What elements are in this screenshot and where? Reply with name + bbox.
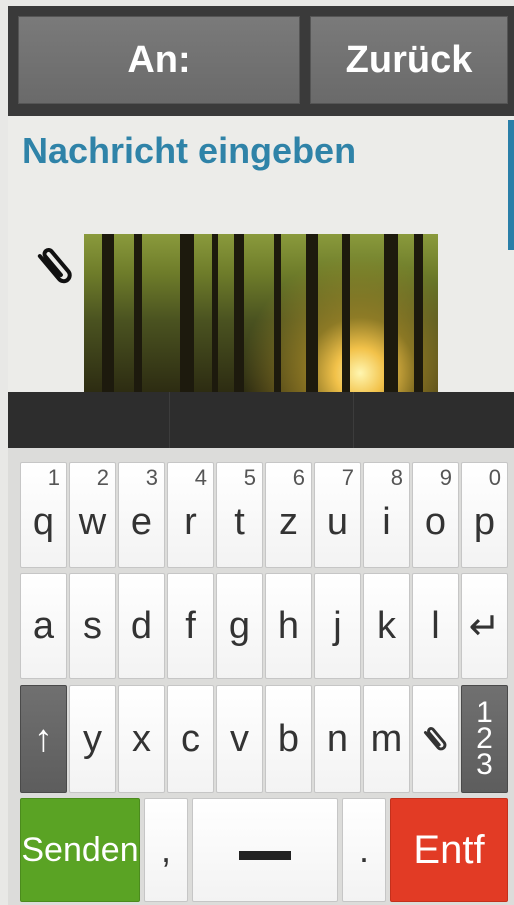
paperclip-icon	[423, 727, 446, 751]
suggestion-slot[interactable]	[354, 392, 514, 448]
period-key[interactable]: .	[342, 798, 386, 902]
message-compose-area[interactable]: Nachricht eingeben	[8, 116, 514, 392]
key-u[interactable]: 7u	[314, 462, 361, 568]
numbers-toggle-key[interactable]: 1 2 3	[461, 685, 508, 793]
send-button[interactable]: Senden	[20, 798, 140, 902]
key-v[interactable]: v	[216, 685, 263, 793]
key-t[interactable]: 5t	[216, 462, 263, 568]
keyboard: 1q 2w 3e 4r 5t 6z 7u 8i 9o 0p a s d f g …	[8, 448, 514, 905]
key-g[interactable]: g	[216, 573, 263, 679]
key-s[interactable]: s	[69, 573, 116, 679]
attach-key[interactable]	[412, 685, 459, 793]
top-bar: An: Zurück	[8, 6, 514, 116]
delete-button[interactable]: Entf	[390, 798, 508, 902]
message-placeholder: Nachricht eingeben	[22, 130, 357, 171]
attachment-image[interactable]	[84, 234, 438, 392]
key-w[interactable]: 2w	[69, 462, 116, 568]
enter-key[interactable]: ↵	[461, 573, 508, 679]
key-y[interactable]: y	[69, 685, 116, 793]
key-m[interactable]: m	[363, 685, 410, 793]
key-j[interactable]: j	[314, 573, 361, 679]
space-key[interactable]	[192, 798, 338, 902]
key-d[interactable]: d	[118, 573, 165, 679]
recipient-button[interactable]: An:	[18, 16, 300, 104]
key-f[interactable]: f	[167, 573, 214, 679]
back-button[interactable]: Zurück	[310, 16, 508, 104]
key-r[interactable]: 4r	[167, 462, 214, 568]
suggestion-slot[interactable]	[8, 392, 170, 448]
key-x[interactable]: x	[118, 685, 165, 793]
scrollbar	[508, 120, 514, 250]
space-bar-icon	[239, 850, 291, 860]
key-c[interactable]: c	[167, 685, 214, 793]
suggestion-slot[interactable]	[170, 392, 354, 448]
key-k[interactable]: k	[363, 573, 410, 679]
paperclip-icon[interactable]	[30, 240, 82, 292]
key-e[interactable]: 3e	[118, 462, 165, 568]
key-o[interactable]: 9o	[412, 462, 459, 568]
key-n[interactable]: n	[314, 685, 361, 793]
suggestion-bar	[8, 392, 514, 448]
key-z[interactable]: 6z	[265, 462, 312, 568]
comma-key[interactable]: ,	[144, 798, 188, 902]
key-h[interactable]: h	[265, 573, 312, 679]
key-a[interactable]: a	[20, 573, 67, 679]
key-q[interactable]: 1q	[20, 462, 67, 568]
key-b[interactable]: b	[265, 685, 312, 793]
key-p[interactable]: 0p	[461, 462, 508, 568]
key-i[interactable]: 8i	[363, 462, 410, 568]
key-l[interactable]: l	[412, 573, 459, 679]
shift-key[interactable]: ↑	[20, 685, 67, 793]
numbers-toggle-digit: 3	[476, 748, 493, 781]
